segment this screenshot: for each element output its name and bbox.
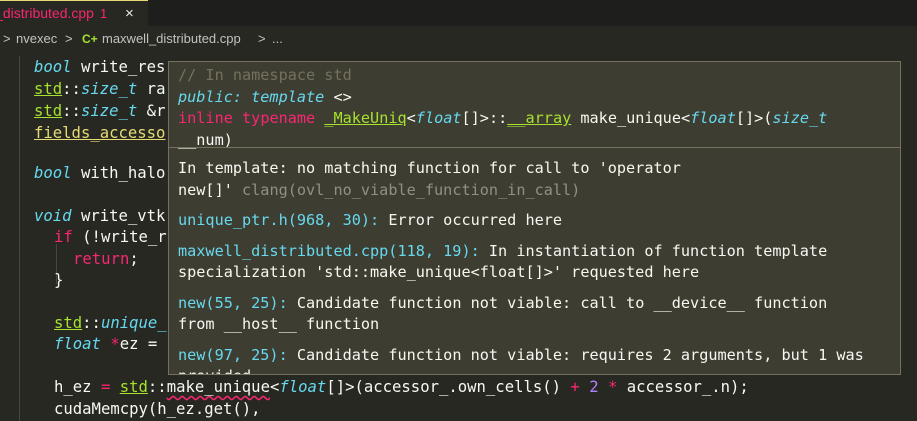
diagnostic-related: new(55, 25): Candidate function not viab…: [178, 293, 828, 334]
code-line: cudaMemcpy(h_ez.get(),: [54, 400, 261, 418]
diagnostic-code: clang(ovl_no_viable_function_in_call): [242, 180, 581, 199]
breadcrumb-file[interactable]: maxwell_distributed.cpp: [102, 28, 241, 50]
chevron-right-icon: >: [65, 31, 73, 46]
diagnostic-error: In template: no matching function for ca…: [178, 159, 681, 199]
cpp-file-icon: C+: [82, 32, 98, 46]
error-squiggle: make_unique: [166, 378, 270, 396]
code-line: std::unique_: [54, 314, 167, 332]
diagnostic-related: unique_ptr.h(968, 30): Error occurred he…: [178, 211, 563, 229]
tab-maxwell-distributed[interactable]: l_distributed.cpp 1 ×: [0, 0, 148, 26]
diagnostic-link[interactable]: maxwell_distributed.cpp(118, 19):: [178, 242, 480, 260]
diagnostic-related: new(97, 25): Candidate function not viab…: [178, 345, 864, 375]
tab-filename: l_distributed.cpp: [0, 5, 94, 21]
tab-bar: l_distributed.cpp 1 ×: [0, 0, 917, 26]
namespace-comment: // In namespace std: [178, 66, 352, 84]
breadcrumb-more[interactable]: ...: [272, 28, 283, 50]
diagnostic-related: maxwell_distributed.cpp(118, 19): In ins…: [178, 241, 828, 282]
code-line: return;: [73, 250, 139, 268]
code-line: void write_vtk: [34, 207, 166, 225]
hover-tooltip[interactable]: // In namespace std public: template <> …: [168, 61, 901, 375]
diagnostic-link[interactable]: new(97, 25):: [178, 346, 288, 364]
breadcrumb-folder[interactable]: nvexec: [16, 28, 57, 50]
code-line: std::size_t &r: [34, 102, 166, 120]
chevron-right-icon: >: [258, 31, 266, 46]
close-icon[interactable]: ×: [125, 1, 134, 26]
code-line: bool with_halo: [34, 164, 166, 182]
diagnostic-link[interactable]: new(55, 25):: [178, 294, 288, 312]
code-line: bool write_res: [34, 58, 166, 76]
diagnostic-link[interactable]: unique_ptr.h(968, 30):: [178, 211, 379, 229]
code-line: }: [54, 271, 64, 289]
code-line-error: h_ez = std::make_unique<float[]>(accesso…: [54, 378, 749, 396]
code-line: float *ez =: [54, 335, 158, 353]
indent-guide: [19, 56, 20, 421]
code-line: fields_accesso: [34, 124, 166, 142]
hover-diagnostics: In template: no matching function for ca…: [169, 148, 900, 375]
code-line: std::size_t ra: [34, 80, 166, 98]
chevron-right-icon: >: [3, 31, 11, 46]
problem-count-badge: 1: [99, 6, 108, 21]
code-line: if (!write_r: [54, 228, 167, 246]
breadcrumb: > nvexec > C+ maxwell_distributed.cpp > …: [0, 28, 917, 50]
hover-signature: // In namespace std public: template <> …: [169, 62, 900, 149]
